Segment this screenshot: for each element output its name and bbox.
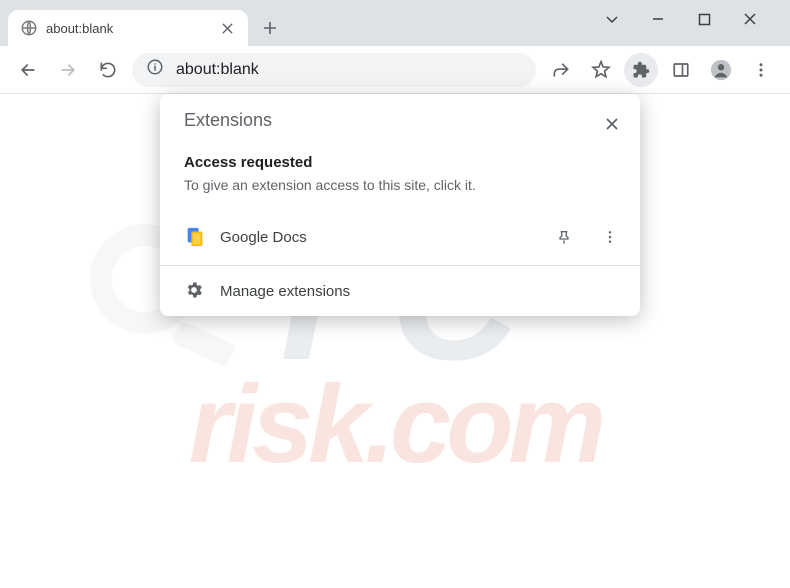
profile-button[interactable] [704,53,738,87]
site-info-icon[interactable] [146,58,164,81]
new-tab-button[interactable] [256,14,284,42]
address-bar[interactable]: about:blank [132,53,536,87]
toolbar: about:blank [0,46,790,94]
forward-button[interactable] [52,54,84,86]
extension-more-button[interactable] [594,221,626,253]
menu-button[interactable] [744,53,778,87]
tab-close-button[interactable] [218,19,236,37]
chevron-down-icon[interactable] [596,3,628,35]
section-description: To give an extension access to this site… [184,177,616,193]
back-button[interactable] [12,54,44,86]
google-docs-icon [184,226,206,248]
title-bar: about:blank [0,0,790,46]
popup-title: Extensions [184,110,272,131]
close-window-button[interactable] [734,3,766,35]
window-controls [596,3,790,43]
side-panel-button[interactable] [664,53,698,87]
tab-title: about:blank [46,21,210,36]
browser-tab[interactable]: about:blank [8,10,248,46]
bookmark-button[interactable] [584,53,618,87]
share-button[interactable] [544,53,578,87]
url-text: about:blank [176,61,522,79]
reload-button[interactable] [92,54,124,86]
minimize-button[interactable] [642,3,674,35]
manage-extensions-row[interactable]: Manage extensions [160,266,640,316]
popup-close-button[interactable] [598,110,626,138]
maximize-button[interactable] [688,3,720,35]
access-requested-section: Access requested To give an extension ac… [160,146,640,209]
extensions-button[interactable] [624,53,658,87]
extensions-popup: Extensions Access requested To give an e… [160,94,640,316]
section-heading: Access requested [184,154,616,171]
manage-extensions-label: Manage extensions [220,283,350,300]
globe-icon [20,19,38,37]
gear-icon [184,280,206,302]
extension-name: Google Docs [220,229,534,246]
extension-row[interactable]: Google Docs [160,209,640,265]
pin-button[interactable] [548,221,580,253]
